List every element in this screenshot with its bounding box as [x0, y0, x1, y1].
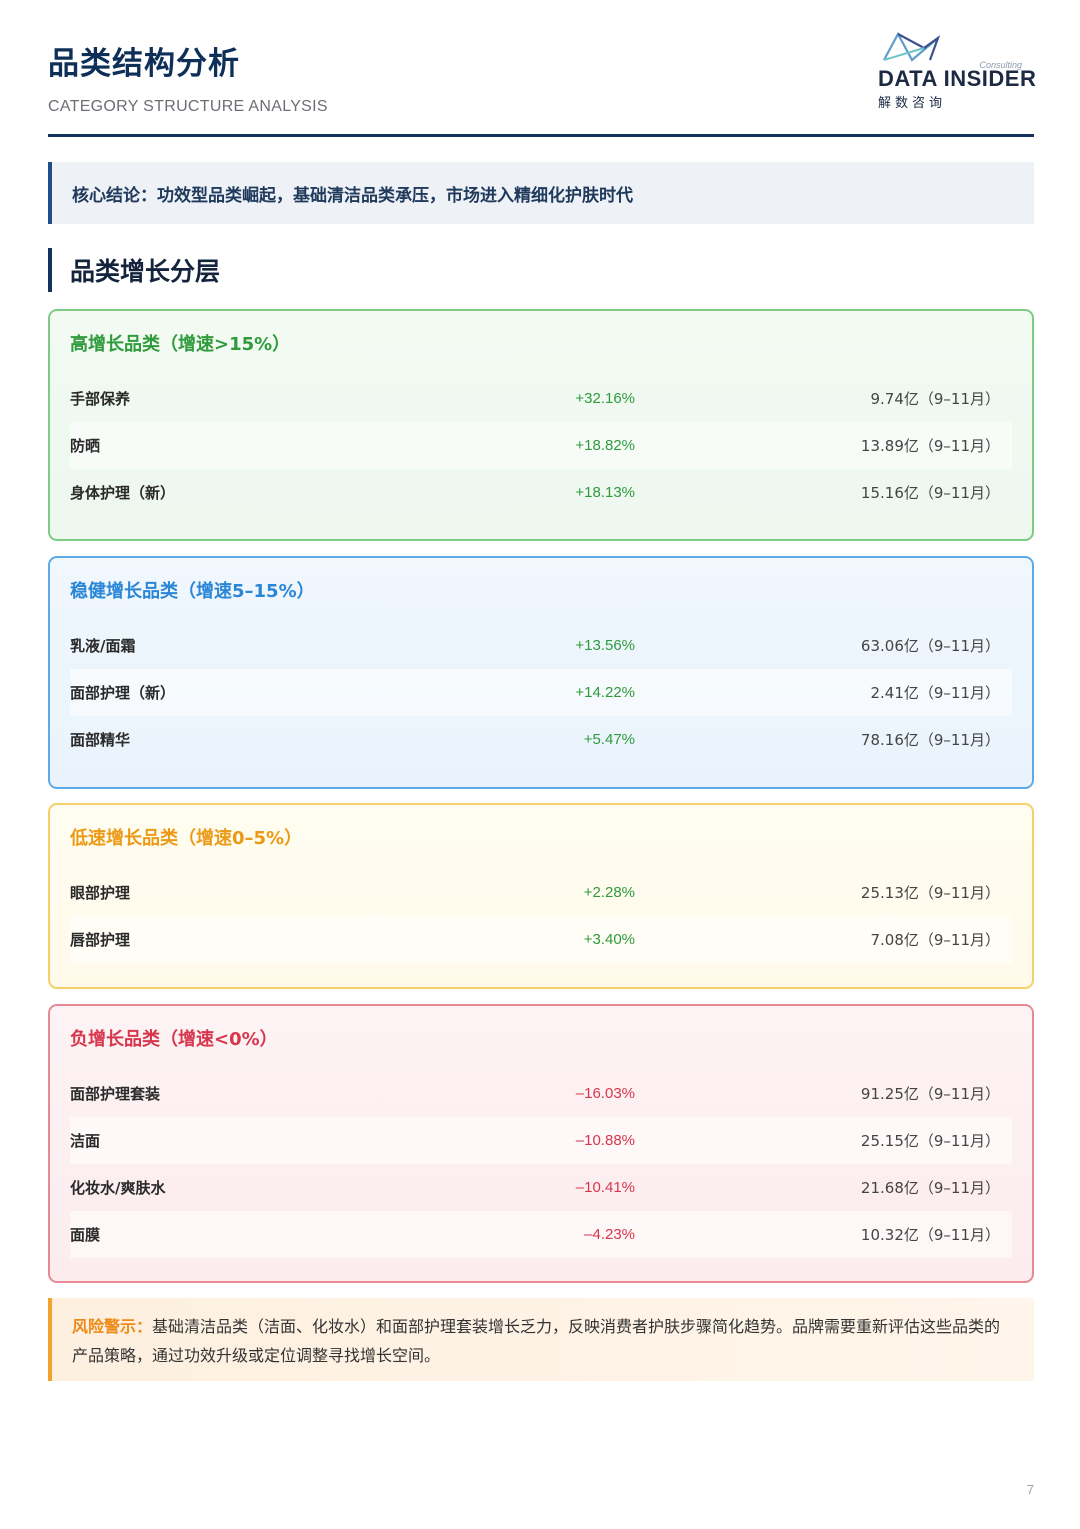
category-name: 手部保养: [70, 390, 131, 408]
tier-negative-growth: 负增长品类（增速<0%） 面部护理套装 –16.03% 91.25亿（9–11月…: [48, 1004, 1034, 1283]
growth-rate: +5.47%: [583, 731, 635, 748]
market-size: 9.74亿（9–11月）: [870, 390, 1000, 408]
category-name: 面膜: [70, 1226, 101, 1244]
category-name: 洁面: [70, 1132, 101, 1150]
category-row: 防晒 +18.82% 13.89亿（9–11月）: [70, 422, 1012, 469]
tier-title: 低速增长品类（增速0–5%）: [70, 828, 303, 849]
category-name: 面部护理套装: [70, 1085, 161, 1103]
category-row: 身体护理（新） +18.13% 15.16亿（9–11月）: [70, 469, 1012, 516]
logo-brand-cn: 解数咨询: [878, 96, 947, 111]
category-row: 乳液/面霜 +13.56% 63.06亿（9–11月）: [70, 622, 1012, 669]
growth-rate: +32.16%: [575, 390, 635, 407]
growth-rate: +14.22%: [575, 684, 635, 701]
category-name: 身体护理（新）: [70, 484, 176, 502]
category-name: 化妆水/爽肤水: [70, 1179, 166, 1197]
market-size: 78.16亿（9–11月）: [860, 731, 1000, 749]
section-heading-text: 品类增长分层: [70, 257, 221, 286]
category-name: 面部护理（新）: [70, 684, 176, 702]
category-row: 手部保养 +32.16% 9.74亿（9–11月）: [70, 375, 1012, 422]
category-row: 面部护理（新） +14.22% 2.41亿（9–11月）: [70, 669, 1012, 716]
market-size: 25.15亿（9–11月）: [860, 1132, 1000, 1150]
growth-rate: –10.41%: [575, 1179, 635, 1196]
tier-high-growth: 高增长品类（增速>15%） 手部保养 +32.16% 9.74亿（9–11月） …: [48, 309, 1034, 541]
category-name: 面部精华: [70, 731, 131, 749]
risk-warning-label: 风险警示：: [72, 1317, 153, 1336]
category-row: 眼部护理 +2.28% 25.13亿（9–11月）: [70, 869, 1012, 916]
section-heading: 品类增长分层: [48, 248, 220, 292]
market-size: 25.13亿（9–11月）: [860, 884, 1000, 902]
category-row: 唇部护理 +3.40% 7.08亿（9–11月）: [70, 916, 1012, 963]
market-size: 2.41亿（9–11月）: [870, 684, 1000, 702]
market-size: 21.68亿（9–11月）: [860, 1179, 1000, 1197]
tier-title: 负增长品类（增速<0%）: [70, 1029, 278, 1050]
growth-rate: +3.40%: [583, 931, 635, 948]
page-subtitle: CATEGORY STRUCTURE ANALYSIS: [48, 98, 328, 115]
growth-rate: –4.23%: [584, 1226, 635, 1243]
category-row: 面部护理套装 –16.03% 91.25亿（9–11月）: [70, 1070, 1012, 1117]
market-size: 15.16亿（9–11月）: [860, 484, 1000, 502]
growth-rate: –16.03%: [575, 1085, 635, 1102]
growth-rate: +2.28%: [583, 884, 635, 901]
data-insider-logo: Consulting DATA INSIDER 解数咨询: [878, 32, 1036, 114]
page-header: 品类结构分析 CATEGORY STRUCTURE ANALYSIS Consu…: [48, 32, 1036, 138]
category-name: 乳液/面霜: [70, 637, 136, 655]
category-row: 化妆水/爽肤水 –10.41% 21.68亿（9–11月）: [70, 1164, 1012, 1211]
category-name: 防晒: [70, 437, 101, 455]
tier-low-growth: 低速增长品类（增速0–5%） 眼部护理 +2.28% 25.13亿（9–11月）…: [48, 803, 1034, 989]
core-conclusion-text: 核心结论：功效型品类崛起，基础清洁品类承压，市场进入精细化护肤时代: [72, 185, 633, 206]
category-name: 唇部护理: [70, 931, 131, 949]
triangle-logo-icon: [883, 32, 941, 62]
market-size: 63.06亿（9–11月）: [860, 637, 1000, 655]
logo-brand-text: DATA INSIDER: [878, 66, 1037, 91]
tier-steady-growth: 稳健增长品类（增速5–15%） 乳液/面霜 +13.56% 63.06亿（9–1…: [48, 556, 1034, 789]
core-conclusion-box: 核心结论：功效型品类崛起，基础清洁品类承压，市场进入精细化护肤时代: [48, 162, 1034, 224]
page-number: 7: [1026, 1482, 1034, 1497]
growth-rate: +13.56%: [575, 637, 635, 654]
category-name: 眼部护理: [70, 884, 131, 902]
category-row: 面部精华 +5.47% 78.16亿（9–11月）: [70, 716, 1012, 763]
tier-title: 高增长品类（增速>15%）: [70, 334, 291, 355]
market-size: 7.08亿（9–11月）: [870, 931, 1000, 949]
growth-rate: +18.82%: [575, 437, 635, 454]
category-row: 洁面 –10.88% 25.15亿（9–11月）: [70, 1117, 1012, 1164]
tier-title: 稳健增长品类（增速5–15%）: [70, 581, 315, 602]
market-size: 13.89亿（9–11月）: [860, 437, 1000, 455]
market-size: 91.25亿（9–11月）: [860, 1085, 1000, 1103]
growth-rate: –10.88%: [575, 1132, 635, 1149]
risk-warning-text: 基础清洁品类（洁面、化妆水）和面部护理套装增长乏力，反映消费者护肤步骤简化趋势。…: [72, 1317, 1001, 1365]
market-size: 10.32亿（9–11月）: [860, 1226, 1000, 1244]
risk-warning-box: 风险警示：基础清洁品类（洁面、化妆水）和面部护理套装增长乏力，反映消费者护肤步骤…: [48, 1298, 1034, 1381]
growth-rate: +18.13%: [575, 484, 635, 501]
category-row: 面膜 –4.23% 10.32亿（9–11月）: [70, 1211, 1012, 1258]
header-divider: [48, 134, 1034, 137]
